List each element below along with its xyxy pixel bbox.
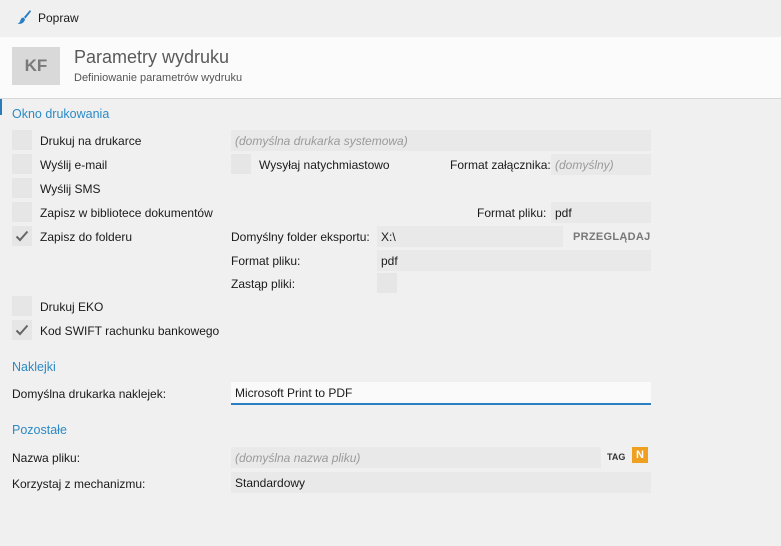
mechanism-label: Korzystaj z mechanizmu:	[12, 477, 146, 491]
send-sms-checkbox[interactable]	[12, 178, 32, 198]
page-subtitle: Definiowanie parametrów wydruku	[74, 72, 243, 84]
page-header: KF Parametry wydruku Definiowanie parame…	[0, 37, 781, 99]
file-name-label: Nazwa pliku:	[12, 451, 81, 465]
tag-label: TAG	[607, 452, 626, 462]
n-button[interactable]: N	[632, 447, 648, 463]
section-print-window: Okno drukowania	[12, 107, 110, 121]
toolbar: Popraw	[0, 0, 781, 37]
save-folder-checkbox[interactable]	[12, 226, 32, 246]
folder-file-format-select[interactable]: pdf	[377, 250, 651, 271]
export-folder-input[interactable]: X:\	[377, 226, 563, 247]
save-library-checkbox[interactable]	[12, 202, 32, 222]
eko-label: Drukuj EKO	[40, 300, 104, 314]
fix-button-label: Popraw	[38, 11, 79, 25]
print-on-printer-label: Drukuj na drukarce	[40, 134, 142, 148]
page-title: Parametry wydruku	[74, 47, 230, 67]
fix-button[interactable]: Popraw	[16, 8, 79, 28]
section-labels: Naklejki	[12, 360, 56, 374]
send-sms-label: Wyślij SMS	[40, 182, 101, 196]
overwrite-label: Zastąp pliki:	[231, 277, 296, 291]
send-email-label: Wyślij e-mail	[40, 158, 108, 172]
swift-checkbox[interactable]	[12, 320, 32, 340]
label-printer-select[interactable]: Microsoft Print to PDF	[231, 382, 651, 405]
save-library-label: Zapisz w bibliotece dokumentów	[40, 206, 213, 220]
save-folder-label: Zapisz do folderu	[40, 230, 133, 244]
send-email-checkbox[interactable]	[12, 154, 32, 174]
checkmark-icon	[15, 324, 29, 336]
eko-checkbox[interactable]	[12, 296, 32, 316]
library-file-format-select[interactable]: pdf	[551, 202, 651, 223]
module-logo: KF	[12, 47, 60, 85]
print-on-printer-checkbox[interactable]	[12, 130, 32, 150]
folder-file-format-label: Format pliku:	[231, 254, 301, 268]
brush-icon	[16, 9, 32, 28]
printer-select[interactable]: (domyślna drukarka systemowa)	[231, 130, 651, 151]
file-name-input[interactable]: (domyślna nazwa pliku)	[231, 447, 601, 468]
send-immediately-checkbox[interactable]	[231, 154, 251, 174]
send-immediately-label: Wysyłaj natychmiastowo	[259, 158, 390, 172]
attachment-format-label: Format załącznika:	[450, 158, 551, 172]
export-folder-label: Domyślny folder eksportu:	[231, 230, 370, 244]
focus-indicator	[0, 99, 2, 115]
swift-label: Kod SWIFT rachunku bankowego	[40, 324, 220, 338]
section-other: Pozostałe	[12, 423, 67, 437]
browse-button[interactable]: PRZEGLĄDAJ	[573, 231, 651, 243]
overwrite-checkbox[interactable]	[377, 273, 397, 293]
library-file-format-label: Format pliku:	[477, 206, 547, 220]
label-printer-label: Domyślna drukarka naklejek:	[12, 387, 167, 401]
attachment-format-select[interactable]: (domyślny)	[551, 154, 651, 175]
checkmark-icon	[15, 230, 29, 242]
mechanism-select[interactable]: Standardowy	[231, 472, 651, 493]
